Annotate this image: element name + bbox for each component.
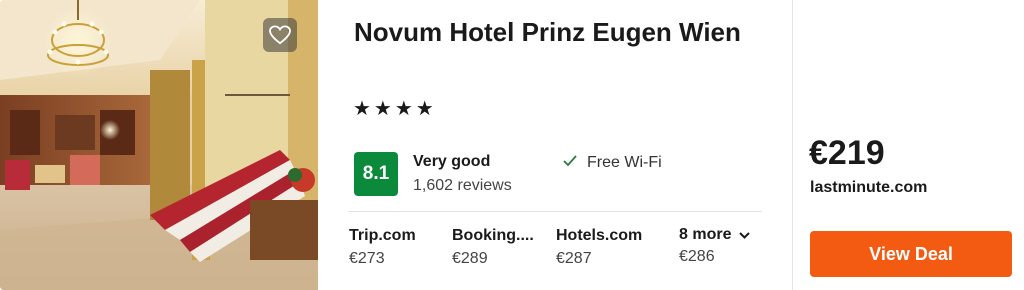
amenity-free-wifi: Free Wi-Fi [563, 154, 662, 172]
more-deals-button[interactable]: 8 more €286 [679, 226, 751, 266]
hotel-photo[interactable] [0, 0, 318, 290]
checkmark-icon [563, 154, 581, 172]
hotel-info: Novum Hotel Prinz Eugen Wien ★★★★ 8.1 Ve… [318, 0, 792, 290]
favorite-button[interactable] [263, 18, 297, 52]
deal-booking[interactable]: Booking.... €289 [452, 227, 534, 268]
chevron-down-icon [739, 228, 751, 242]
heart-icon [269, 25, 291, 45]
deal-price: €273 [349, 250, 385, 267]
deal-price: €289 [452, 250, 488, 267]
deal-site-name: Booking.... [452, 227, 534, 244]
more-deals-price: €286 [679, 248, 715, 265]
best-deal-provider: lastminute.com [810, 179, 928, 196]
review-count[interactable]: 1,602 reviews [413, 177, 512, 195]
deal-site-name: Trip.com [349, 227, 416, 244]
deal-hotels-com[interactable]: Hotels.com €287 [556, 227, 642, 268]
deal-trip-com[interactable]: Trip.com €273 [349, 227, 416, 268]
deal-site-name: Hotels.com [556, 227, 643, 244]
star-rating: ★★★★ [353, 98, 437, 120]
amenity-label: Free Wi-Fi [587, 154, 662, 171]
rating-score-badge: 8.1 [354, 152, 398, 196]
view-deal-button[interactable]: View Deal [810, 231, 1012, 277]
hotel-name[interactable]: Novum Hotel Prinz Eugen Wien [354, 16, 754, 49]
best-price: €219 [809, 134, 885, 172]
deal-price: €287 [556, 250, 592, 267]
best-deal-panel: €219 lastminute.com View Deal [793, 0, 1024, 290]
divider [348, 211, 762, 212]
more-deals-label: 8 more [679, 226, 732, 243]
rating-label: Very good [413, 153, 491, 170]
hotel-result-card: Novum Hotel Prinz Eugen Wien ★★★★ 8.1 Ve… [0, 0, 1024, 290]
